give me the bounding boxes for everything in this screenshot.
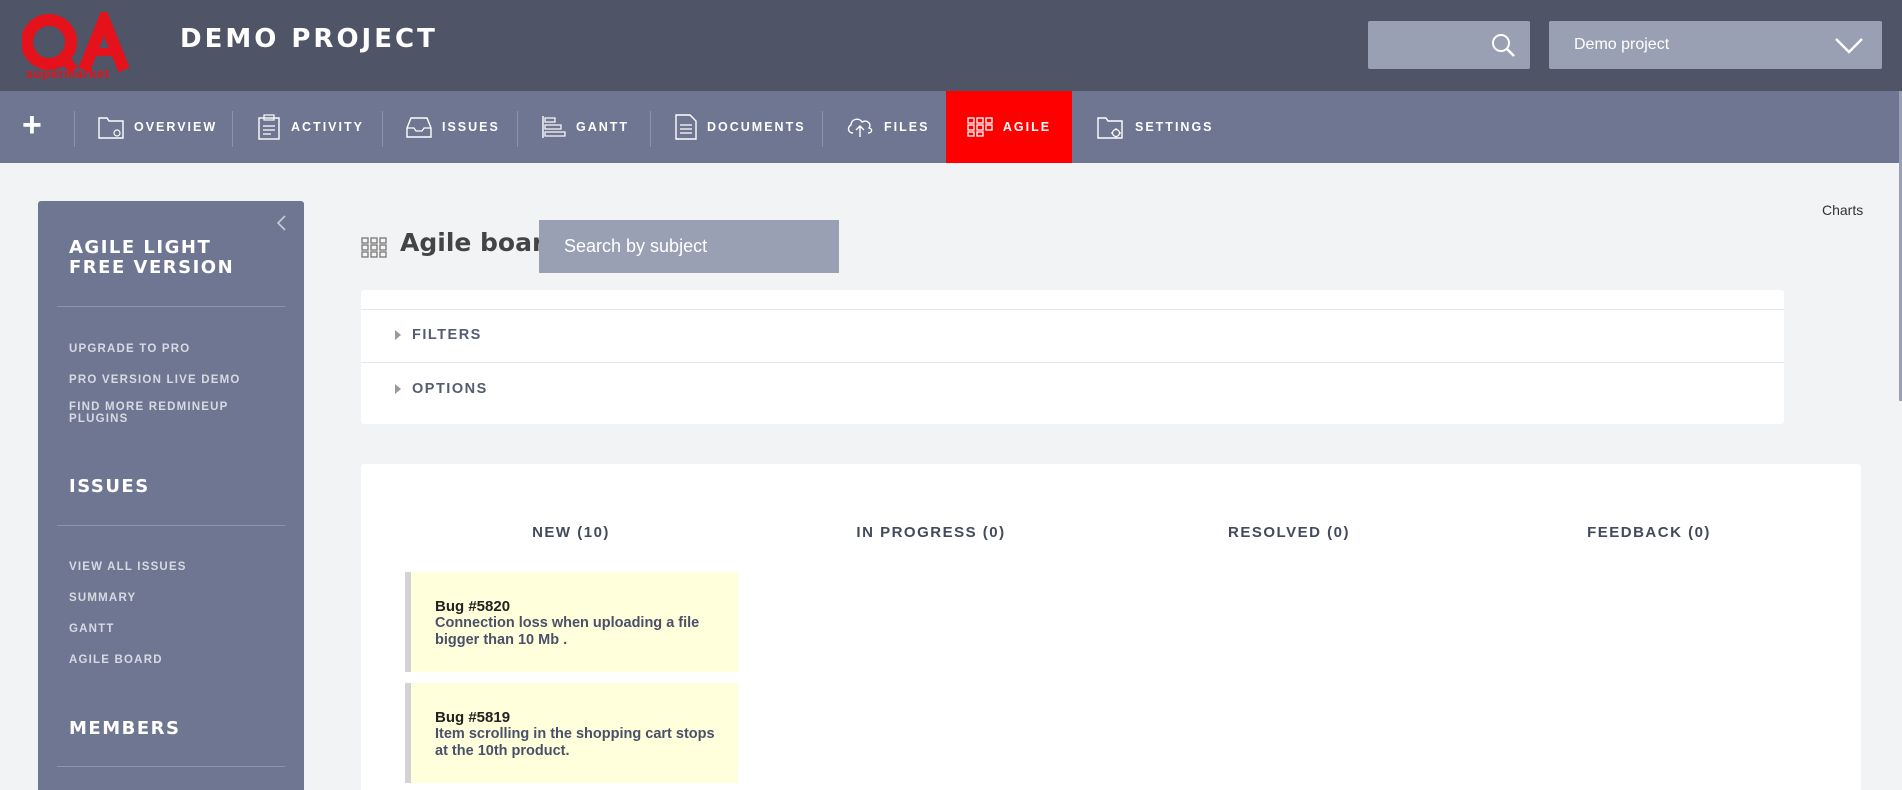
project-title: DEMO PROJECT — [180, 24, 438, 54]
nav-label: AGILE — [1002, 120, 1052, 134]
triangle-right-icon — [395, 330, 401, 340]
inbox-icon — [406, 117, 432, 138]
nav-item-gantt[interactable]: GANTT — [542, 91, 629, 163]
new-item-button[interactable]: + — [22, 105, 42, 145]
options-toggle[interactable]: OPTIONS — [395, 381, 488, 397]
options-label: OPTIONS — [412, 381, 488, 397]
column-header-in-progress: IN PROGRESS (0) — [856, 524, 1006, 541]
subject-search-input[interactable] — [539, 220, 839, 273]
sidebar-heading-issues: ISSUES — [69, 476, 150, 497]
document-icon — [675, 114, 697, 140]
sidebar: AGILE LIGHT FREE VERSION UPGRADE TO PRO … — [38, 201, 304, 790]
sidebar-link-gantt[interactable]: GANTT — [69, 623, 269, 635]
sidebar-divider — [57, 766, 285, 767]
issue-subject: Connection loss when uploading a file bi… — [435, 615, 700, 648]
column-header-new: NEW (10) — [532, 524, 610, 541]
triangle-right-icon — [395, 384, 401, 394]
sidebar-divider — [57, 525, 285, 526]
search-icon — [1492, 34, 1515, 57]
logo-subtitle: supermarket — [26, 66, 110, 81]
sidebar-link-upgrade[interactable]: UPGRADE TO PRO — [69, 343, 269, 355]
nav-item-agile[interactable]: AGILE — [946, 91, 1072, 163]
charts-link[interactable]: Charts — [1822, 202, 1863, 218]
folder-icon — [98, 117, 124, 139]
page-title: Agile board — [400, 228, 563, 257]
filters-toggle[interactable]: FILTERS — [395, 327, 482, 343]
sidebar-link-agile-board[interactable]: AGILE BOARD — [69, 654, 269, 666]
nav-separator — [74, 111, 75, 147]
column-header-feedback: FEEDBACK (0) — [1587, 524, 1711, 541]
project-select-value: Demo project — [1574, 36, 1670, 53]
sidebar-link-summary[interactable]: SUMMARY — [69, 592, 269, 604]
filters-label: FILTERS — [412, 327, 482, 343]
nav-item-issues[interactable]: ISSUES — [406, 91, 500, 163]
nav-item-files[interactable]: FILES — [846, 91, 929, 163]
nav-label: OVERVIEW — [134, 120, 218, 134]
sidebar-link-view-all-issues[interactable]: VIEW ALL ISSUES — [69, 561, 269, 573]
nav-label: GANTT — [576, 120, 630, 134]
nav-separator — [232, 111, 233, 147]
main-nav: + OVERVIEW ACTIVITY ISSUES GANTT DOCUMEN… — [0, 91, 1902, 163]
agile-board-icon — [361, 237, 387, 258]
agile-board: NEW (10) IN PROGRESS (0) RESOLVED (0) FE… — [361, 464, 1861, 790]
header-search-input[interactable] — [1368, 21, 1530, 69]
sidebar-link-plugins[interactable]: FIND MORE REDMINEUP PLUGINS — [69, 401, 244, 425]
clipboard-icon — [258, 114, 280, 140]
nav-item-settings[interactable]: SETTINGS — [1097, 91, 1214, 163]
nav-label: FILES — [884, 120, 930, 134]
issue-card[interactable]: Bug #5819 Item scrolling in the shopping… — [405, 683, 738, 783]
chevron-down-icon — [1835, 38, 1863, 54]
issue-card[interactable]: Bug #5820 Connection loss when uploading… — [405, 572, 738, 672]
chevron-left-icon[interactable] — [274, 213, 288, 233]
nav-label: SETTINGS — [1135, 120, 1214, 134]
sidebar-heading-members: MEMBERS — [69, 718, 181, 739]
cloud-upload-icon — [847, 118, 873, 137]
panel-divider — [361, 362, 1784, 363]
nav-separator — [822, 111, 823, 147]
project-select[interactable]: Demo project — [1549, 21, 1882, 69]
panel-divider — [361, 309, 1784, 310]
grid-icon — [967, 117, 993, 137]
filters-panel: FILTERS OPTIONS — [361, 290, 1784, 424]
issue-subject: Item scrolling in the shopping cart stop… — [435, 726, 715, 759]
folder-gear-icon — [1097, 117, 1123, 139]
nav-label: DOCUMENTS — [707, 120, 806, 134]
nav-label: ACTIVITY — [291, 120, 364, 134]
nav-separator — [382, 111, 383, 147]
sidebar-heading-agile: AGILE LIGHT FREE VERSION — [69, 237, 235, 278]
top-header: supermarket DEMO PROJECT Demo project — [0, 0, 1902, 91]
nav-label: ISSUES — [442, 120, 500, 134]
gantt-icon — [542, 116, 566, 138]
issue-id[interactable]: Bug #5819 — [435, 709, 510, 726]
nav-separator — [517, 111, 518, 147]
nav-item-documents[interactable]: DOCUMENTS — [675, 91, 806, 163]
sidebar-divider — [57, 306, 285, 307]
sidebar-link-live-demo[interactable]: PRO VERSION LIVE DEMO — [69, 374, 269, 386]
column-header-resolved: RESOLVED (0) — [1228, 524, 1350, 541]
nav-item-overview[interactable]: OVERVIEW — [98, 91, 217, 163]
issue-id[interactable]: Bug #5820 — [435, 598, 510, 615]
nav-separator — [650, 111, 651, 147]
nav-item-activity[interactable]: ACTIVITY — [257, 91, 364, 163]
